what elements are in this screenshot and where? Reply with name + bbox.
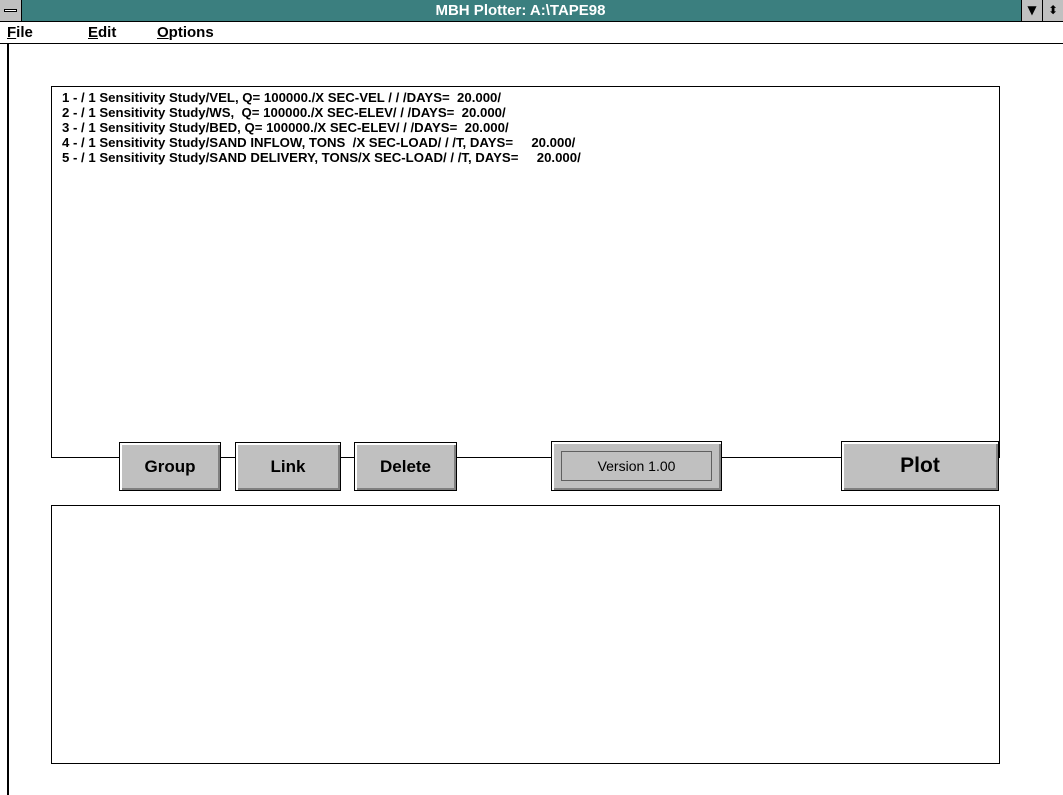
minimize-icon: ▼	[1027, 3, 1037, 17]
menu-bar: File Edit Options	[0, 22, 1063, 44]
list-item[interactable]: 2 - / 1 Sensitivity Study/WS, Q= 100000.…	[62, 105, 999, 120]
menu-edit-label: dit	[98, 24, 117, 41]
delete-button[interactable]: Delete	[354, 442, 457, 491]
restore-icon: ⬍	[1047, 3, 1059, 17]
plot-button[interactable]: Plot	[841, 441, 999, 491]
group-button[interactable]: Group	[119, 442, 221, 491]
menu-file[interactable]: File	[7, 22, 33, 43]
link-button[interactable]: Link	[235, 442, 341, 491]
app-window: MBH Plotter: A:\TAPE98 ▼ ⬍ File Edit Opt…	[0, 0, 1063, 795]
menu-edit-accel: E	[88, 24, 99, 41]
menu-options[interactable]: Options	[157, 22, 214, 43]
menu-edit[interactable]: Edit	[88, 22, 116, 43]
system-menu-button[interactable]	[0, 0, 22, 21]
title-bar[interactable]: MBH Plotter: A:\TAPE98 ▼ ⬍	[0, 0, 1063, 22]
menu-file-label: ile	[16, 24, 33, 41]
list-item[interactable]: 3 - / 1 Sensitivity Study/BED, Q= 100000…	[62, 120, 999, 135]
selected-listbox[interactable]	[51, 505, 1000, 764]
window-left-border	[7, 44, 9, 795]
restore-button[interactable]: ⬍	[1042, 0, 1063, 21]
list-item[interactable]: 4 - / 1 Sensitivity Study/SAND INFLOW, T…	[62, 135, 999, 150]
list-item[interactable]: 1 - / 1 Sensitivity Study/VEL, Q= 100000…	[62, 90, 999, 105]
menu-options-label: ptions	[168, 24, 214, 41]
system-menu-icon	[4, 9, 17, 12]
list-item[interactable]: 5 - / 1 Sensitivity Study/SAND DELIVERY,…	[62, 150, 999, 165]
records-listbox[interactable]: 1 - / 1 Sensitivity Study/VEL, Q= 100000…	[51, 86, 1000, 458]
window-title: MBH Plotter: A:\TAPE98	[435, 2, 606, 19]
version-panel: Version 1.00	[551, 441, 722, 491]
minimize-button[interactable]: ▼	[1021, 0, 1042, 21]
menu-file-accel: F	[7, 24, 17, 41]
menu-options-accel: O	[157, 24, 169, 41]
version-label: Version 1.00	[561, 451, 712, 481]
